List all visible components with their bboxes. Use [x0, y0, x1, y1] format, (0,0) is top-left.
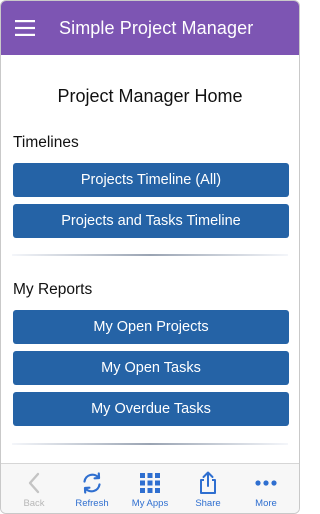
- tab-label: Back: [23, 498, 45, 509]
- projects-and-tasks-timeline-button[interactable]: Projects and Tasks Timeline: [13, 204, 289, 238]
- tab-share[interactable]: Share: [179, 464, 237, 513]
- app-title: Simple Project Manager: [59, 17, 254, 38]
- my-open-projects-button[interactable]: My Open Projects: [13, 310, 289, 344]
- tab-more[interactable]: More: [237, 464, 295, 513]
- more-dots-icon: [254, 471, 278, 495]
- tab-label: My Apps: [131, 498, 169, 509]
- bottom-tab-bar: Back Refresh My Apps Share More: [1, 463, 299, 513]
- refresh-icon: [80, 471, 104, 495]
- tab-label: Refresh: [75, 498, 109, 509]
- grid-icon: [139, 471, 161, 495]
- tab-back[interactable]: Back: [5, 464, 63, 513]
- section-divider: [12, 254, 288, 256]
- projects-timeline-all-button[interactable]: Projects Timeline (All): [13, 163, 289, 197]
- tab-label: Share: [195, 498, 221, 509]
- share-icon: [197, 471, 219, 495]
- tab-label: More: [255, 498, 277, 509]
- page-title: Project Manager Home: [57, 86, 243, 106]
- chevron-left-icon: [27, 471, 41, 495]
- my-open-tasks-button[interactable]: My Open Tasks: [13, 351, 289, 385]
- hamburger-menu-icon[interactable]: [5, 1, 45, 55]
- my-overdue-tasks-button[interactable]: My Overdue Tasks: [13, 392, 289, 426]
- section-heading-my-reports: My Reports: [13, 281, 93, 298]
- section-divider: [12, 443, 288, 445]
- tab-refresh[interactable]: Refresh: [63, 464, 121, 513]
- app-bar: Simple Project Manager: [1, 1, 299, 55]
- tab-my-apps[interactable]: My Apps: [121, 464, 179, 513]
- main-content: Project Manager Home Timelines Projects …: [1, 55, 299, 465]
- app-frame: Simple Project Manager Project Manager H…: [0, 0, 300, 514]
- section-heading-timelines: Timelines: [13, 134, 79, 151]
